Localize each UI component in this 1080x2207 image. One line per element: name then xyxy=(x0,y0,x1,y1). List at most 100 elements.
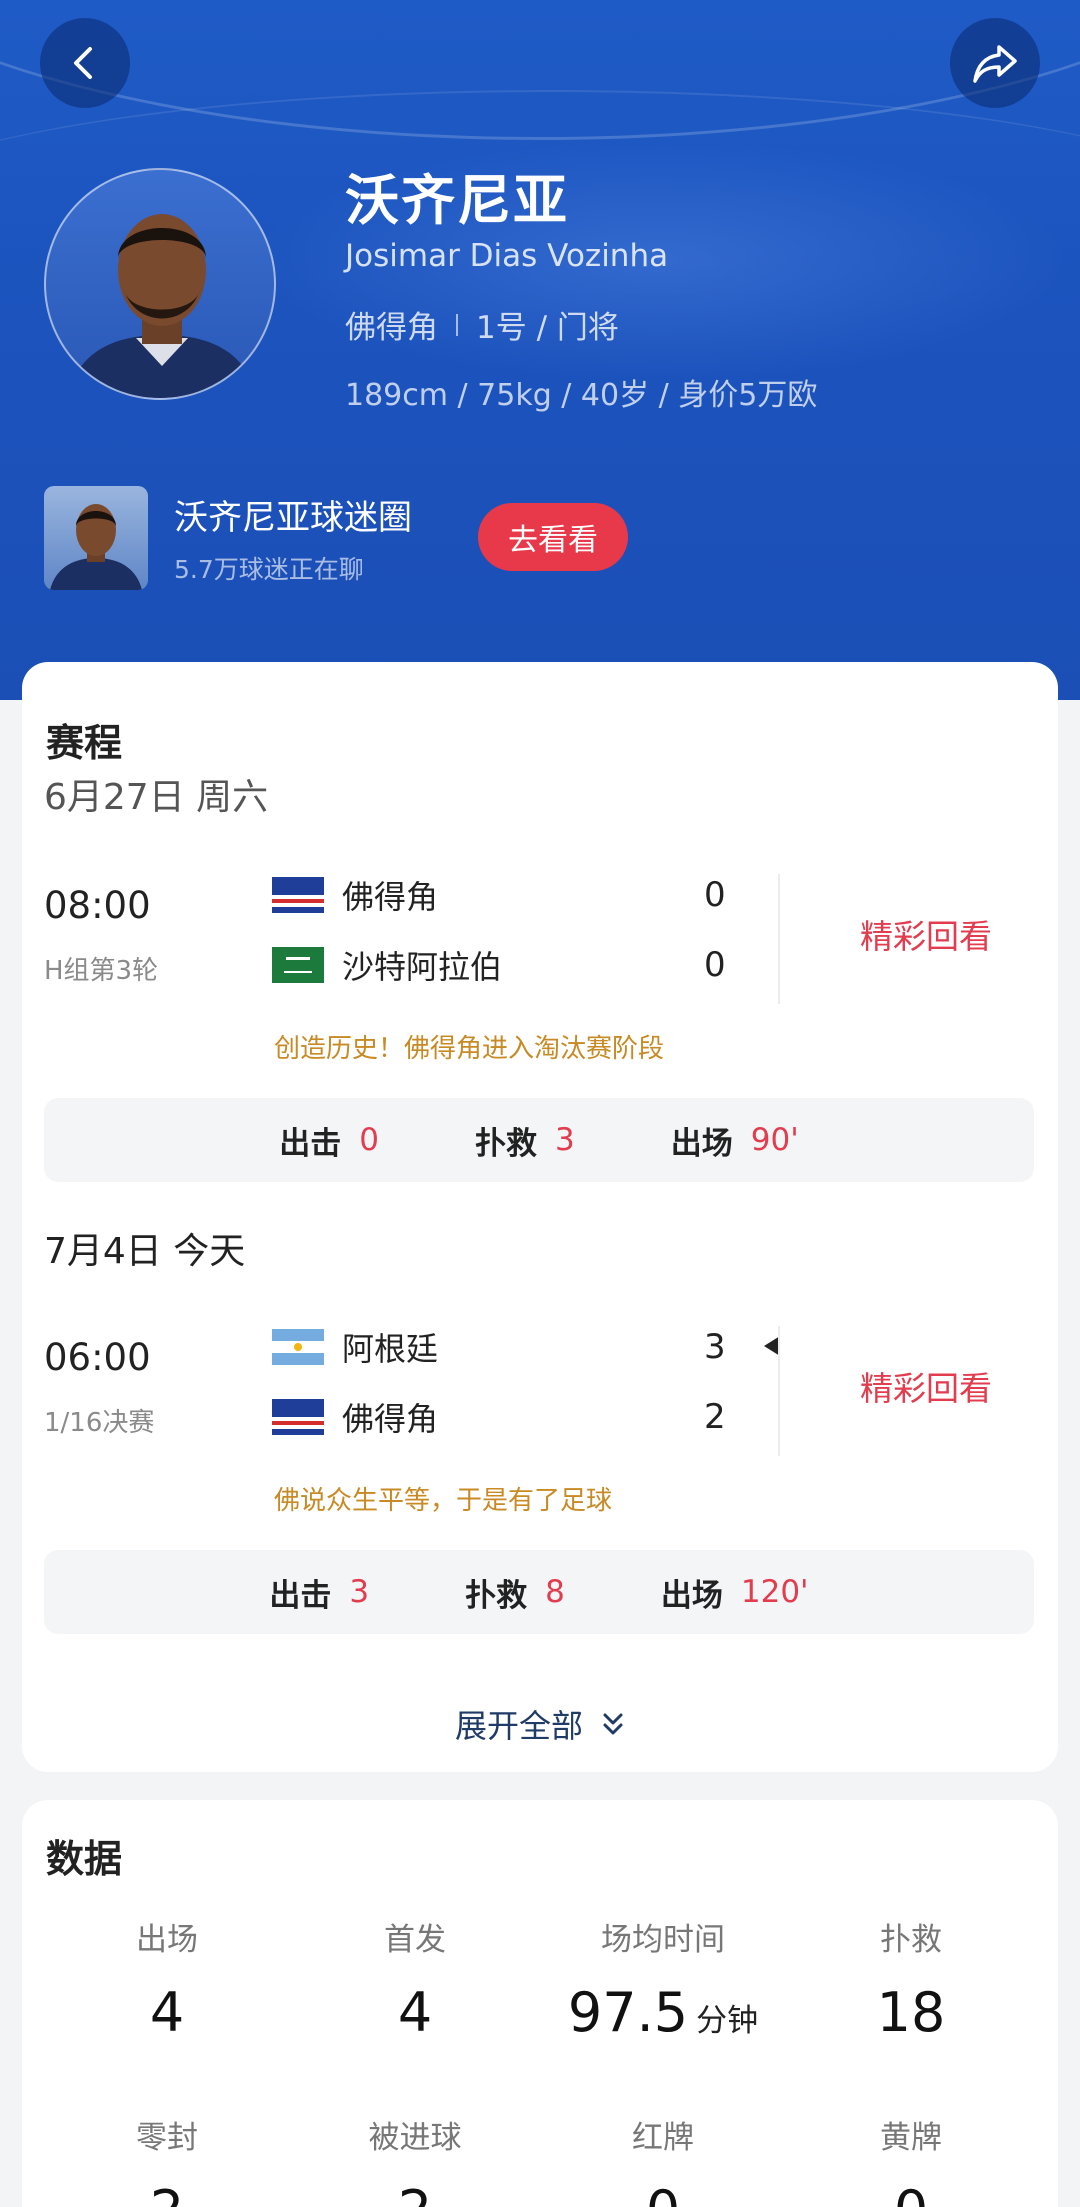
team-score: 0 xyxy=(704,875,726,915)
home-team-row: 阿根廷 3 xyxy=(272,1322,780,1372)
double-chevron-down-icon xyxy=(601,1711,625,1737)
fan-circle-thumbnail[interactable] xyxy=(44,486,148,590)
stat-value: 18 xyxy=(876,1981,946,2044)
match-time: 06:00 xyxy=(44,1336,151,1379)
match-note: 佛说众生平等，于是有了足球 xyxy=(274,1486,613,1516)
stat-item: 出击 0 xyxy=(279,1118,379,1163)
share-icon xyxy=(973,45,1017,83)
home-team-row: 佛得角 0 xyxy=(272,870,742,920)
argentina-flag xyxy=(272,1329,324,1365)
fan-circle-title[interactable]: 沃齐尼亚球迷圈 xyxy=(174,490,412,539)
stat-value: 2 xyxy=(398,2179,432,2207)
match-date: 7月4日 今天 xyxy=(44,1231,246,1272)
divider xyxy=(778,1326,780,1456)
stat-red-cards: 红牌 0 xyxy=(538,2112,788,2207)
team-name: 佛得角 xyxy=(342,1400,439,1438)
stats-card: 数据 出场 4 首发 4 场均时间 97.5分钟 扑救 18 零封 2 被进球 … xyxy=(22,1800,1058,2207)
match-date: 6月27日 周六 xyxy=(44,777,269,818)
divider xyxy=(778,874,780,1004)
expand-all-button[interactable]: 展开全部 xyxy=(22,1694,1058,1754)
stat-yellow-cards: 黄牌 0 xyxy=(786,2112,1036,2207)
fan-circle-subtitle: 5.7万球迷正在聊 xyxy=(174,555,364,584)
match-stats-bar: 出击 0 扑救 3 出场 90' xyxy=(44,1098,1034,1182)
stat-label: 黄牌 xyxy=(880,2120,942,2156)
replay-button[interactable]: 精彩回看 xyxy=(860,1362,992,1410)
cape-verde-flag xyxy=(272,877,324,913)
share-button[interactable] xyxy=(950,18,1040,108)
back-button[interactable] xyxy=(40,18,130,108)
stat-value: 0 xyxy=(359,1122,380,1158)
stat-item: 扑救 3 xyxy=(475,1118,575,1163)
stat-value: 8 xyxy=(545,1574,565,1610)
player-name-en: Josimar Dias Vozinha xyxy=(345,238,669,274)
stat-item: 出场 120' xyxy=(661,1570,809,1615)
player-body-info: 189cm / 75kg / 40岁 / 身价5万欧 xyxy=(345,378,818,413)
player-name-cn: 沃齐尼亚 xyxy=(345,169,569,232)
stat-value: 2 xyxy=(150,2179,184,2207)
stat-value: 97.5 xyxy=(567,1981,689,2044)
stat-saves: 扑救 18 xyxy=(786,1914,1036,2044)
stat-label: 出场 xyxy=(670,1125,733,1162)
team-name: 阿根廷 xyxy=(342,1330,439,1368)
chevron-left-icon xyxy=(74,47,92,79)
stat-value: 120' xyxy=(740,1574,809,1610)
match-time: 08:00 xyxy=(44,884,151,927)
stat-label: 场均时间 xyxy=(601,1922,725,1958)
stat-label: 出击 xyxy=(269,1577,332,1614)
stat-label: 扑救 xyxy=(475,1125,538,1162)
stat-value: 90' xyxy=(750,1122,799,1158)
stat-value: 0 xyxy=(894,2179,928,2207)
stat-avg-minutes: 场均时间 97.5 分钟 xyxy=(538,1914,788,2044)
team-score: 3 xyxy=(704,1327,726,1367)
player-avatar xyxy=(44,168,276,400)
stat-clean-sheets: 零封 2 xyxy=(42,2112,292,2207)
away-team-row: 沙特阿拉伯 0 xyxy=(272,940,742,990)
stat-label: 被进球 xyxy=(368,2120,462,2156)
replay-button[interactable]: 精彩回看 xyxy=(860,910,992,958)
schedule-title: 赛程 xyxy=(46,721,123,765)
player-team[interactable]: 佛得角 xyxy=(345,302,438,347)
match-stats-bar: 出击 3 扑救 8 出场 120' xyxy=(44,1550,1034,1634)
cape-verde-flag xyxy=(272,1399,324,1435)
stat-item: 出场 90' xyxy=(671,1118,799,1163)
stats-title: 数据 xyxy=(46,1837,123,1881)
fan-circle-button[interactable]: 去看看 xyxy=(478,503,628,571)
player-team-line: 佛得角 1号 / 门将 xyxy=(345,302,619,347)
saudi-arabia-flag xyxy=(272,947,324,983)
stat-unit: 分钟 xyxy=(696,2003,759,2039)
match-round: H组第3轮 xyxy=(44,956,159,986)
stat-label: 红牌 xyxy=(632,2120,694,2156)
stat-appearances: 出场 4 xyxy=(42,1914,292,2044)
match-row[interactable]: 08:00 H组第3轮 佛得角 0 沙特阿拉伯 0 精彩回看 xyxy=(22,870,1058,1020)
stat-item: 出击 3 xyxy=(269,1570,369,1615)
player-number-position: 1号 / 门将 xyxy=(476,310,619,346)
stat-label: 扑救 xyxy=(465,1577,528,1614)
stat-value: 0 xyxy=(646,2179,680,2207)
stat-value: 3 xyxy=(349,1574,370,1610)
team-score: 2 xyxy=(704,1397,726,1437)
player-photo xyxy=(50,504,142,590)
stat-value: 3 xyxy=(555,1122,575,1158)
match-round: 1/16决赛 xyxy=(44,1408,155,1438)
team-name: 沙特阿拉伯 xyxy=(342,948,503,986)
divider xyxy=(456,313,458,336)
team-score: 0 xyxy=(704,945,726,985)
stat-label: 扑救 xyxy=(880,1922,942,1958)
match-note: 创造历史！佛得角进入淘汰赛阶段 xyxy=(274,1034,665,1064)
stat-value: 4 xyxy=(149,1981,185,2044)
away-team-row: 佛得角 2 xyxy=(272,1392,742,1442)
stat-label: 首发 xyxy=(384,1922,446,1958)
stat-value: 4 xyxy=(397,1981,433,2044)
stat-starts: 首发 4 xyxy=(290,1914,540,2044)
stat-label: 出场 xyxy=(136,1922,198,1958)
stat-label: 出场 xyxy=(660,1577,723,1614)
expand-all-label: 展开全部 xyxy=(454,1707,583,1745)
player-header: 沃齐尼亚 Josimar Dias Vozinha 佛得角 1号 / 门将 18… xyxy=(0,0,1080,700)
match-row[interactable]: 06:00 1/16决赛 阿根廷 3 佛得角 2 精彩回看 xyxy=(22,1322,1058,1472)
stat-label: 零封 xyxy=(136,2120,198,2156)
stat-label: 出击 xyxy=(279,1125,342,1162)
schedule-card: 赛程 6月27日 周六 08:00 H组第3轮 佛得角 0 沙特阿拉伯 0 精彩… xyxy=(22,662,1058,1772)
player-photo xyxy=(67,214,257,398)
stat-item: 扑救 8 xyxy=(465,1570,565,1615)
team-name: 佛得角 xyxy=(342,878,439,916)
